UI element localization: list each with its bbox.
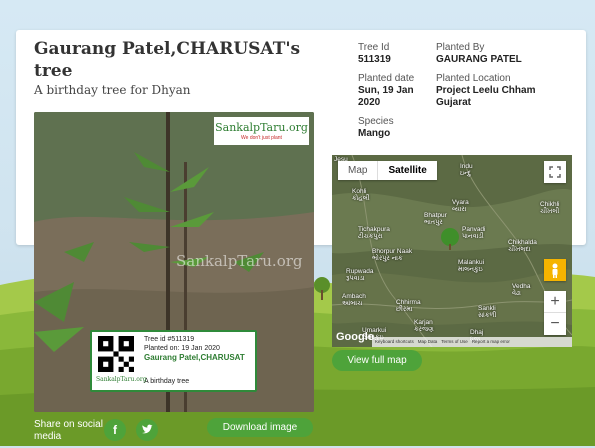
pegman-icon (544, 259, 566, 281)
tree-icon (314, 277, 330, 300)
tree-tag: Tree id #511319 Planted on: 19 Jan 2020 … (90, 330, 257, 392)
planted-location-value: Project Leelu Chham Gujarat (436, 85, 536, 108)
twitter-icon (142, 424, 153, 434)
page-title: Gaurang Patel,CHARUSAT's tree (34, 39, 301, 81)
report-map-error-link[interactable]: Report a map error (472, 337, 510, 347)
twitter-share-button[interactable] (136, 419, 158, 441)
map-place-indu: Indu ઇન્દુ (460, 163, 473, 177)
planted-date-label: Planted date (358, 73, 415, 84)
tag-message: A birthday tree (144, 378, 190, 385)
map-type-map-button[interactable]: Map (338, 161, 377, 180)
sankalptaru-logo: SankalpTaru.org We don't just plant (214, 117, 309, 145)
logo-tagline: We don't just plant (241, 135, 282, 141)
map-place-chikhalda: Chikhalda ચીખલદા (508, 239, 537, 253)
map-place-vyara: Vyara વ્યારા (452, 199, 469, 213)
tag-tree-id: Tree id #511319 (144, 336, 195, 343)
page-subtitle: A birthday tree for Dhyan (34, 83, 191, 97)
terms-of-use-link[interactable]: Terms of Use (441, 337, 468, 347)
zoom-out-button[interactable]: − (544, 313, 566, 335)
planted-by-label: Planted By (436, 42, 485, 53)
planted-location-label: Planted Location (436, 73, 511, 84)
map-place-bhorpur: Bhorpur Naak ભોરપુર નાક (372, 248, 413, 262)
tree-id-field: Tree Id 511319 (358, 42, 428, 66)
fullscreen-icon (549, 166, 561, 178)
zoom-in-button[interactable]: + (544, 291, 566, 313)
species-value: Mango (358, 128, 391, 139)
map-place-malankui: Malankui માલનકુઇ (458, 259, 485, 273)
map-place-rupwada: Rupwada રૂપવાડા (346, 268, 374, 282)
map-place-chhirma: Chhirma છીરમા (396, 299, 421, 313)
tree-id-label: Tree Id (358, 42, 390, 53)
map-attribution: Keyboard shortcuts Map Data Terms of Use… (372, 337, 572, 347)
google-logo: Google (336, 331, 374, 343)
street-view-pegman-button[interactable] (544, 259, 566, 281)
view-full-map-button[interactable]: View full map (332, 350, 422, 371)
map-data-link[interactable]: Map Data (418, 337, 438, 347)
tag-planted-on: Planted on: 19 Jan 2020 (144, 345, 220, 352)
map-type-satellite-button[interactable]: Satellite (377, 161, 436, 180)
facebook-share-button[interactable]: f (104, 419, 126, 441)
tag-logo: SankalpTaru.org (96, 376, 147, 383)
download-image-button[interactable]: Download image (207, 418, 313, 437)
logo-text: SankalpTaru.org (215, 121, 308, 134)
map-place-vedha: Vedha વેઢા (512, 283, 531, 297)
map-place-bhatpur: Bhatpur ભાતપુર (424, 212, 447, 226)
keyboard-shortcuts-link[interactable]: Keyboard shortcuts (375, 337, 414, 347)
planted-date-field: Planted date Sun, 19 Jan 2020 (358, 73, 430, 109)
map-place-kohli: Kohli કોહલી (352, 188, 370, 202)
tag-planter-name: Gaurang Patel,CHARUSAT (144, 353, 245, 362)
map-place-panvadi: Panvadi પાનવાડી (462, 226, 486, 240)
map-place-sankli: Sankli સાંકળી (478, 305, 497, 319)
map-place-chikhli: Chikhli ચીખલી (540, 201, 560, 215)
species-label: Species (358, 116, 394, 127)
planted-by-value: GAURANG PATEL (436, 54, 522, 65)
zoom-control: + − (544, 291, 566, 335)
facebook-icon: f (113, 423, 117, 437)
planted-by-field: Planted By GAURANG PATEL (436, 42, 566, 66)
tree-photo: SankalpTaru.org We don't just plant Sank… (34, 112, 314, 412)
species-field: Species Mango (358, 116, 428, 140)
fullscreen-button[interactable] (544, 161, 566, 183)
map-place-karjan: Karjan કરજણ (414, 319, 434, 333)
planted-date-value: Sun, 19 Jan 2020 (358, 85, 414, 108)
map-place-tichakpura: Tichakpura ટીચકપુરા (358, 226, 390, 240)
tree-id-value: 511319 (358, 54, 391, 65)
map-place-ambach: Ambach આંબાચ (342, 293, 366, 307)
share-label: Share on social media (34, 419, 103, 442)
photo-watermark: SankalpTaru.org (176, 252, 303, 270)
location-map[interactable]: Kohli કોહલી Vyara વ્યારા Chikhli ચીખલી B… (332, 155, 572, 347)
map-type-control: Map Satellite (338, 161, 437, 180)
planted-location-field: Planted Location Project Leelu Chham Guj… (436, 73, 546, 109)
qr-code-icon (98, 336, 134, 372)
